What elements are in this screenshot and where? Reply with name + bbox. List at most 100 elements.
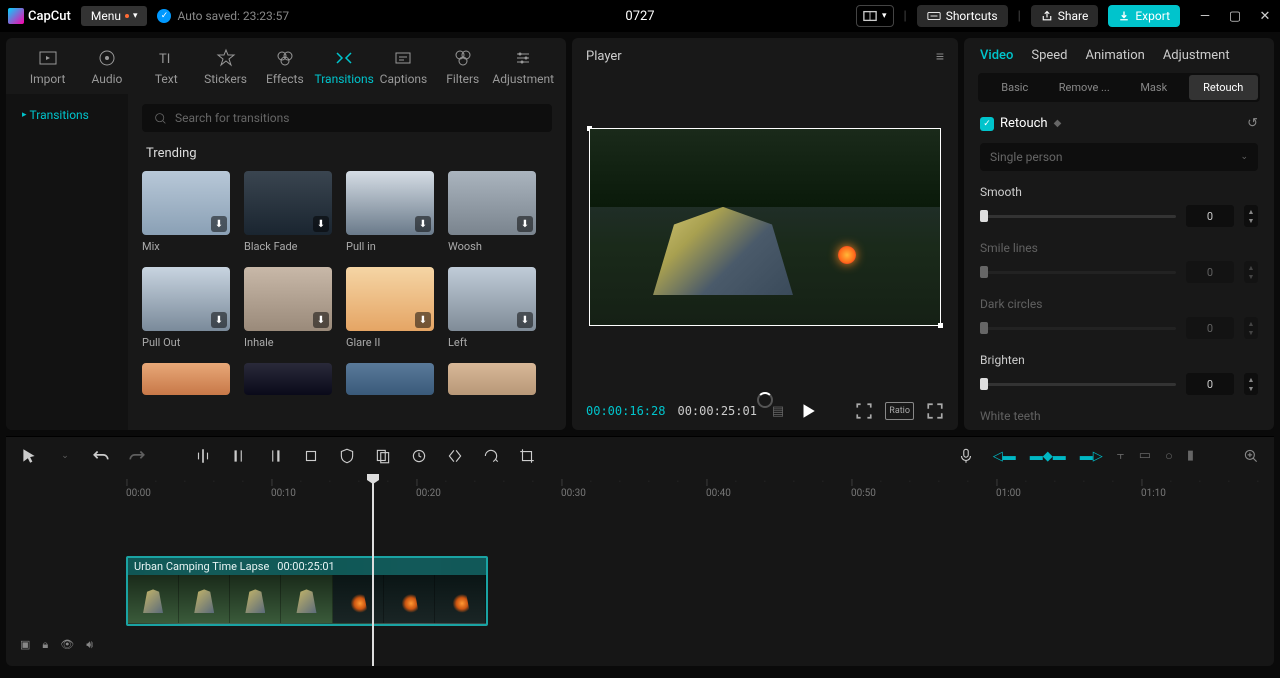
slider-track[interactable] [980,215,1176,218]
pill-retouch[interactable]: Retouch [1189,75,1259,100]
play-button[interactable] [799,402,817,420]
menu-button[interactable]: Menu [81,6,148,26]
preview-canvas[interactable] [586,75,944,378]
transition-thumb[interactable]: ⬇ [244,171,332,235]
split-tool[interactable] [194,447,212,465]
clip[interactable]: Urban Camping Time Lapse 00:00:25:01 [126,556,488,626]
pill-mask[interactable]: Mask [1119,75,1189,100]
download-icon[interactable]: ⬇ [517,312,533,328]
pill-basic[interactable]: Basic [980,75,1050,100]
mirror-tool[interactable] [446,447,464,465]
tab-stickers[interactable]: Stickers [196,44,255,90]
zoom-fit[interactable] [1242,447,1260,465]
rtab-video[interactable]: Video [980,48,1013,63]
slider-track[interactable] [980,383,1176,386]
tab-adjustment[interactable]: Adjustment [492,44,554,90]
download-icon[interactable]: ⬇ [211,216,227,232]
transition-thumb[interactable] [448,363,536,395]
minimize-button[interactable]: — [1198,9,1212,24]
ruler-mark[interactable]: 01:10 [1141,478,1166,499]
zoom-slider[interactable]: ▮ [1187,448,1194,463]
transition-thumb[interactable] [142,363,230,395]
snap-right[interactable]: ▬▷ [1080,448,1103,464]
slider-knob[interactable] [980,378,988,390]
tab-captions[interactable]: Captions [374,44,433,90]
ruler-mark[interactable]: 00:30 [561,478,586,499]
rtab-adjustment[interactable]: Adjustment [1163,48,1230,63]
download-icon[interactable]: ⬇ [517,216,533,232]
ruler-mark[interactable]: 00:20 [416,478,441,499]
download-icon[interactable]: ⬇ [313,312,329,328]
close-button[interactable]: ✕ [1258,9,1272,24]
pointer-tool[interactable] [20,447,38,465]
player-menu-icon[interactable]: ≡ [936,48,944,65]
snap-left[interactable]: ◁▬ [993,448,1016,464]
tab-import[interactable]: Import [18,44,77,90]
speaker-icon[interactable]: 🔊︎ [86,638,93,652]
redo-button[interactable] [128,447,146,465]
ruler-mark[interactable]: 00:00 [126,478,151,499]
crop2-tool[interactable] [518,447,536,465]
export-button[interactable]: Export [1108,5,1180,27]
transition-thumb[interactable] [244,363,332,395]
slider-stepper[interactable]: ▲▼ [1244,373,1258,395]
crop-tool[interactable] [302,447,320,465]
transition-thumb[interactable]: ⬇ [448,267,536,331]
trim-right-tool[interactable] [266,447,284,465]
align-tool[interactable]: ⫟ [1117,448,1125,463]
fullscreen-icon[interactable] [926,402,944,420]
transition-thumb[interactable]: ⬇ [448,171,536,235]
download-icon[interactable]: ⬇ [415,312,431,328]
list-icon[interactable]: ▤ [769,402,787,420]
slider-knob[interactable] [980,210,988,222]
scan-icon[interactable] [855,402,873,420]
download-icon[interactable]: ⬇ [313,216,329,232]
shield-tool[interactable] [338,447,356,465]
undo-button[interactable] [92,447,110,465]
mic-icon[interactable] [957,447,975,465]
tab-transitions[interactable]: Transitions [314,44,373,90]
ruler-mark[interactable]: 00:40 [706,478,731,499]
slider-value[interactable]: 0 [1186,205,1234,227]
share-button[interactable]: Share [1031,5,1099,27]
shortcuts-button[interactable]: Shortcuts [917,5,1008,27]
tab-effects[interactable]: Effects [255,44,314,90]
tab-filters[interactable]: Filters [433,44,492,90]
lock-icon[interactable]: 🔒︎ [42,638,48,652]
transition-thumb[interactable]: ⬇ [142,267,230,331]
reset-icon[interactable]: ↺ [1247,116,1258,131]
ruler-mark[interactable]: 00:10 [271,478,296,499]
subnav-transitions[interactable]: Transitions [14,102,120,128]
transition-thumb[interactable]: ⬇ [244,267,332,331]
duplicate-tool[interactable] [374,447,392,465]
download-icon[interactable]: ⬇ [211,312,227,328]
pointer-dropdown[interactable]: ⌄ [56,447,74,465]
aspect-button[interactable]: ▾ [856,5,894,27]
person-dropdown[interactable]: Single person⌄ [980,143,1258,171]
zoom-out[interactable]: ○ [1165,448,1173,464]
ruler-mark[interactable]: 01:00 [996,478,1021,499]
download-icon[interactable]: ⬇ [415,216,431,232]
rotate-tool[interactable] [482,447,500,465]
ratio-button[interactable]: Ratio [885,402,914,420]
rtab-speed[interactable]: Speed [1031,48,1067,63]
search-input[interactable]: Search for transitions [142,104,552,132]
slider-stepper[interactable]: ▲▼ [1244,205,1258,227]
retouch-checkbox[interactable]: ✓ [980,117,994,131]
trim-left-tool[interactable] [230,447,248,465]
pill-remove[interactable]: Remove ... [1050,75,1120,100]
marker-tool[interactable]: ▭ [1139,448,1151,463]
slider-value[interactable]: 0 [1186,373,1234,395]
transition-thumb[interactable]: ⬇ [346,267,434,331]
transition-thumb[interactable]: ⬇ [142,171,230,235]
tab-audio[interactable]: Audio [77,44,136,90]
track-toggle-icon[interactable]: ▣ [20,638,30,652]
reverse-tool[interactable] [410,447,428,465]
ruler-mark[interactable]: 00:50 [851,478,876,499]
tab-text[interactable]: TIText [137,44,196,90]
snap-center[interactable]: ▬◆▬ [1030,448,1066,464]
transition-thumb[interactable] [346,363,434,395]
maximize-button[interactable]: ▢ [1228,9,1242,24]
eye-icon[interactable]: 👁︎ [60,638,74,652]
transition-thumb[interactable]: ⬇ [346,171,434,235]
